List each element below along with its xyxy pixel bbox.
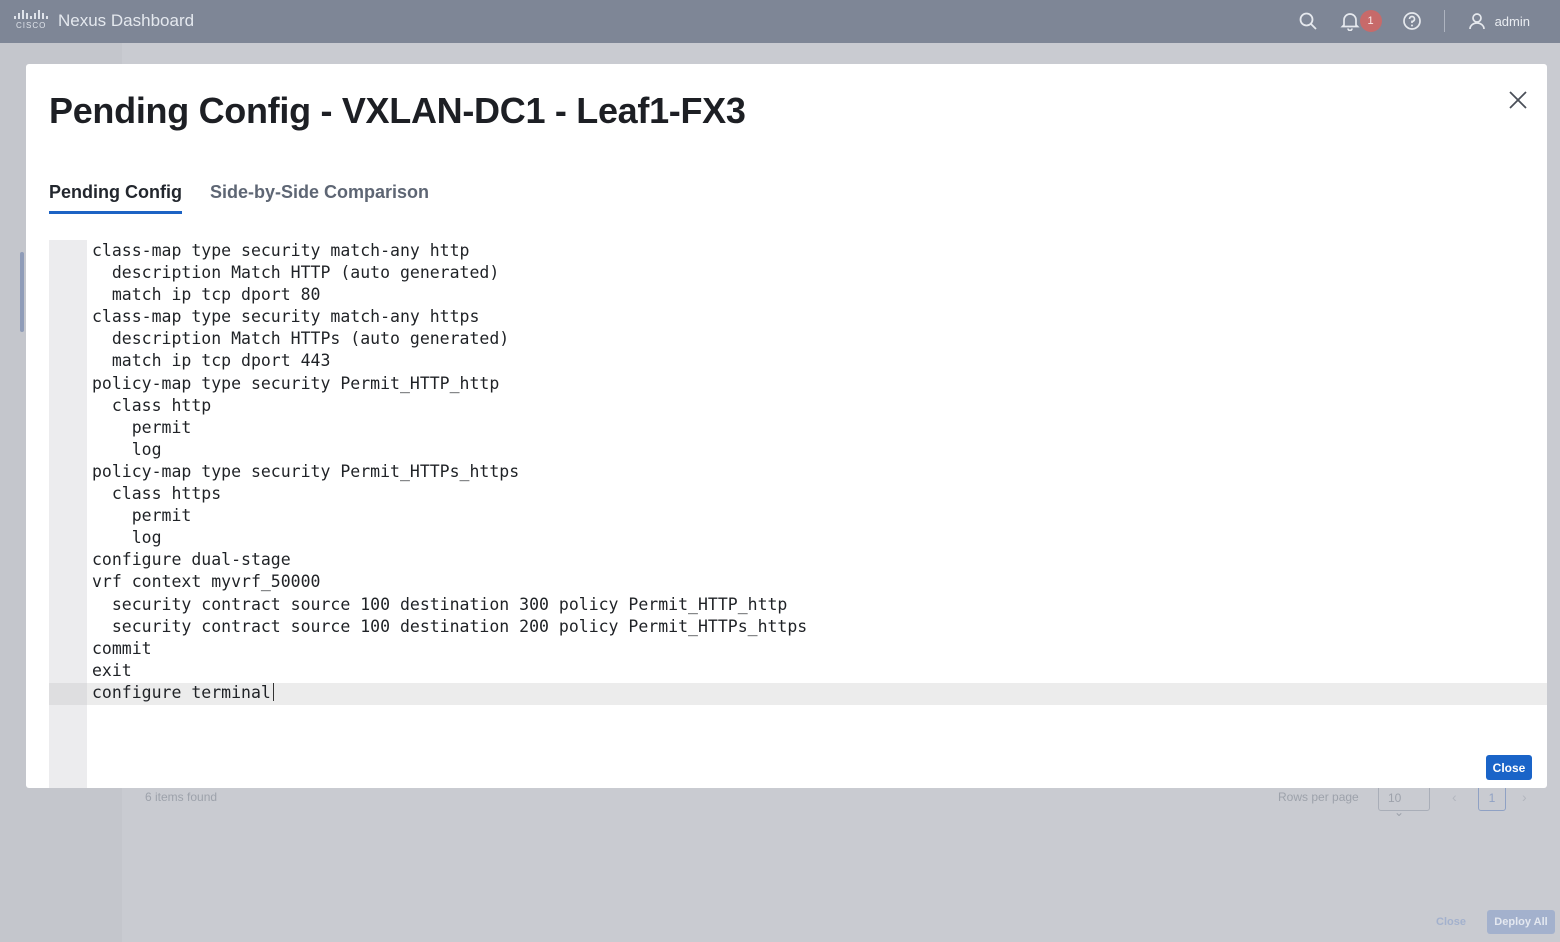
brand[interactable]: CISCO Nexus Dashboard [14,10,194,32]
pending-config-modal: Pending Config - VXLAN-DC1 - Leaf1-FX3 P… [26,64,1547,788]
help-icon[interactable] [1402,11,1422,31]
background-sidebar-indicator [20,252,24,332]
config-line: policy-map type security Permit_HTTP_htt… [92,373,500,393]
config-line: permit [92,417,192,437]
user-icon [1467,11,1487,31]
cisco-logo-text: CISCO [16,21,47,30]
items-found-text: 6 items found [145,790,218,804]
chevron-down-icon: ⌄ [1394,805,1405,819]
modal-tabs: Pending Config Side-by-Side Comparison [49,182,429,214]
next-page-icon[interactable]: › [1522,789,1527,805]
config-line: log [92,439,162,459]
rows-per-page-value: 10 [1388,791,1402,805]
config-line: match ip tcp dport 80 [92,285,321,305]
config-line: commit [92,638,152,658]
config-line: security contract source 100 destination… [92,616,808,636]
config-line: match ip tcp dport 443 [92,351,331,371]
notifications-button[interactable]: 1 [1340,8,1382,34]
rows-per-page-label: Rows per page [1278,790,1359,804]
config-line: vrf context myvrf_50000 [92,572,321,592]
deploy-all-button[interactable]: Deploy All [1487,910,1555,934]
background-close-button[interactable]: Close [1420,910,1482,934]
top-bar: CISCO Nexus Dashboard 1 admin [0,0,1560,43]
current-page-button[interactable]: 1 [1478,785,1506,811]
topbar-divider [1443,10,1445,32]
config-line: log [92,528,162,548]
config-line: configure terminal [92,682,807,704]
tab-side-by-side-comparison[interactable]: Side-by-Side Comparison [210,182,429,214]
config-line: description Match HTTP (auto generated) [92,263,500,283]
modal-title: Pending Config - VXLAN-DC1 - Leaf1-FX3 [49,90,746,131]
config-line: class-map type security match-any http [92,241,470,260]
cisco-logo: CISCO [14,10,48,32]
config-line: class https [92,484,222,504]
close-button[interactable]: Close [1486,755,1532,780]
config-line: class http [92,395,212,415]
tab-pending-config[interactable]: Pending Config [49,182,182,214]
text-cursor [272,682,274,701]
config-line: permit [92,506,192,526]
editor-gutter [49,240,87,788]
bell-icon [1340,11,1360,31]
config-line: security contract source 100 destination… [92,594,788,614]
config-code: class-map type security match-any http d… [92,240,807,704]
previous-page-icon[interactable]: ‹ [1452,789,1457,805]
search-icon[interactable] [1298,11,1318,31]
user-name: admin [1494,13,1530,29]
rows-per-page-select[interactable]: 10 ⌄ [1378,785,1430,819]
config-line: policy-map type security Permit_HTTPs_ht… [92,461,520,481]
close-icon[interactable] [1506,88,1530,112]
config-editor[interactable]: class-map type security match-any http d… [49,240,1547,788]
user-menu[interactable]: admin [1467,11,1530,31]
config-line: class-map type security match-any https [92,307,480,327]
notification-count-badge: 1 [1359,10,1382,32]
config-line: description Match HTTPs (auto generated) [92,329,510,349]
config-line: configure dual-stage [92,550,291,570]
config-line: exit [92,660,132,680]
active-line-gutter [49,683,87,705]
app-title: Nexus Dashboard [58,11,195,30]
